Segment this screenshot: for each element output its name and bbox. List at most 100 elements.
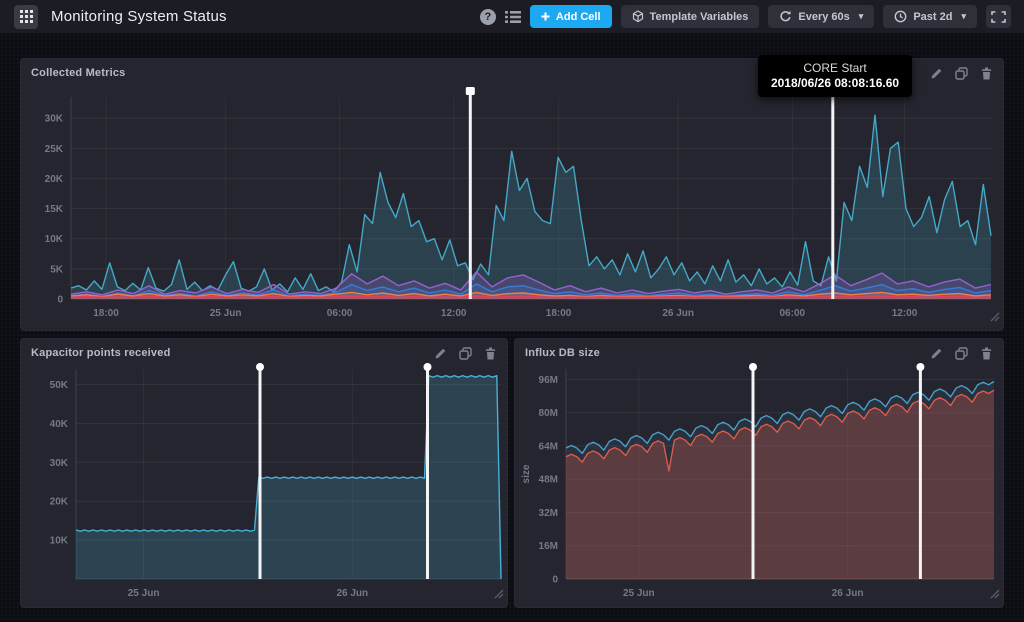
cube-icon bbox=[632, 10, 644, 23]
refresh-icon bbox=[779, 10, 792, 23]
y-tick-label: 10K bbox=[50, 536, 69, 547]
time-range-dropdown[interactable]: Past 2d ▾ bbox=[883, 5, 977, 28]
add-cell-label: Add Cell bbox=[556, 11, 601, 23]
y-tick-label: 5K bbox=[50, 264, 64, 275]
resize-handle[interactable] bbox=[494, 586, 504, 604]
series-area-teal bbox=[71, 115, 991, 299]
annotations-list-button[interactable] bbox=[505, 10, 521, 24]
annotation-handle[interactable] bbox=[466, 87, 475, 95]
duplicate-icon bbox=[955, 67, 968, 80]
header: Monitoring System Status ? Add Cell Temp… bbox=[0, 0, 1024, 33]
y-tick-label: 50K bbox=[50, 380, 69, 391]
kapacitor-points-chart[interactable]: 10K 20K 30K 40K 50K 25 Jun 26 Jun bbox=[21, 363, 507, 607]
influx-db-size-chart[interactable]: 0 16M 32M 48M 64M 80M 96M 25 Jun 26 Jun size bbox=[515, 363, 1003, 607]
y-tick-label: 30K bbox=[50, 458, 69, 469]
series-area-teal bbox=[76, 376, 501, 579]
x-tick-label: 25 Jun bbox=[210, 308, 242, 319]
annotation-handle[interactable] bbox=[256, 363, 264, 371]
y-tick-label: 96M bbox=[539, 375, 558, 386]
y-axis-label: size bbox=[521, 464, 532, 483]
panel-header: Kapacitor points received bbox=[21, 339, 507, 363]
delete-cell-button[interactable] bbox=[980, 347, 993, 360]
chart-svg: 05K10K15K20K25K30K18:0025 Jun06:0012:001… bbox=[21, 83, 1003, 330]
x-tick-label: 06:00 bbox=[327, 308, 353, 319]
collected-metrics-chart[interactable]: 05K10K15K20K25K30K18:0025 Jun06:0012:001… bbox=[21, 83, 1003, 330]
pencil-icon bbox=[930, 347, 943, 360]
y-tick-label: 10K bbox=[45, 234, 64, 245]
duplicate-cell-button[interactable] bbox=[955, 347, 968, 360]
apps-grid-icon-button[interactable] bbox=[14, 5, 38, 29]
chart-svg: 0 16M 32M 48M 64M 80M 96M 25 Jun 26 Jun size bbox=[515, 363, 1003, 607]
panel-title: Influx DB size bbox=[525, 347, 600, 359]
panel-title: Collected Metrics bbox=[31, 67, 125, 79]
x-tick-label: 26 Jun bbox=[336, 588, 368, 599]
x-tick-label: 18:00 bbox=[546, 308, 572, 319]
template-variables-button[interactable]: Template Variables bbox=[621, 5, 760, 28]
fullscreen-icon bbox=[991, 11, 1006, 23]
x-tick-label: 12:00 bbox=[892, 308, 918, 319]
page-title: Monitoring System Status bbox=[51, 8, 227, 25]
y-tick-label: 20K bbox=[50, 497, 69, 508]
time-range-label: Past 2d bbox=[913, 11, 952, 23]
annotation-handle[interactable] bbox=[916, 363, 924, 371]
pencil-icon bbox=[930, 67, 943, 80]
delete-cell-button[interactable] bbox=[484, 347, 497, 360]
annotation-handle[interactable] bbox=[749, 363, 757, 371]
list-icon bbox=[505, 10, 521, 24]
x-tick-label: 26 Jun bbox=[832, 588, 864, 599]
annotation-tooltip-title: CORE Start bbox=[766, 61, 904, 75]
resize-handle[interactable] bbox=[990, 309, 1000, 327]
series-line-red bbox=[71, 296, 991, 297]
y-tick-label: 20K bbox=[45, 174, 64, 185]
duplicate-cell-button[interactable] bbox=[459, 347, 472, 360]
pencil-icon bbox=[434, 347, 447, 360]
x-tick-label: 26 Jun bbox=[662, 308, 694, 319]
edit-cell-button[interactable] bbox=[930, 67, 943, 80]
refresh-interval-dropdown[interactable]: Every 60s ▾ bbox=[768, 5, 874, 28]
add-cell-button[interactable]: Add Cell bbox=[530, 5, 612, 28]
annotation-tooltip: CORE Start 2018/06/26 08:08:16.60 bbox=[758, 55, 912, 97]
trash-icon bbox=[980, 347, 993, 360]
edit-cell-button[interactable] bbox=[434, 347, 447, 360]
dashboard: Collected Metrics bbox=[0, 33, 1024, 622]
y-tick-label: 16M bbox=[539, 541, 558, 552]
delete-cell-button[interactable] bbox=[980, 67, 993, 80]
y-tick-label: 40K bbox=[50, 419, 69, 430]
x-tick-label: 25 Jun bbox=[128, 588, 160, 599]
y-tick-label: 32M bbox=[539, 508, 558, 519]
panel-collected-metrics: Collected Metrics bbox=[20, 58, 1004, 331]
x-tick-label: 25 Jun bbox=[623, 588, 655, 599]
x-tick-label: 12:00 bbox=[441, 308, 467, 319]
y-tick-label: 0 bbox=[57, 295, 63, 306]
chevron-down-icon: ▾ bbox=[961, 11, 966, 22]
chevron-down-icon: ▾ bbox=[859, 11, 864, 22]
apps-grid-icon bbox=[20, 10, 33, 23]
panel-kapacitor-points: Kapacitor points received bbox=[20, 338, 508, 608]
help-icon[interactable]: ? bbox=[480, 9, 496, 25]
y-tick-label: 80M bbox=[539, 408, 558, 419]
template-variables-label: Template Variables bbox=[650, 11, 749, 23]
panel-header: Influx DB size bbox=[515, 339, 1003, 363]
plus-icon bbox=[541, 12, 550, 21]
annotation-handle[interactable] bbox=[424, 363, 432, 371]
refresh-interval-label: Every 60s bbox=[798, 11, 849, 23]
resize-handle[interactable] bbox=[990, 586, 1000, 604]
annotation-tooltip-timestamp: 2018/06/26 08:08:16.60 bbox=[766, 76, 904, 90]
y-tick-label: 64M bbox=[539, 441, 558, 452]
panel-influx-db-size: Influx DB size bbox=[514, 338, 1004, 608]
presentation-mode-button[interactable] bbox=[986, 5, 1011, 28]
y-tick-label: 15K bbox=[45, 204, 64, 215]
y-tick-label: 25K bbox=[45, 144, 64, 155]
duplicate-cell-button[interactable] bbox=[955, 67, 968, 80]
trash-icon bbox=[980, 67, 993, 80]
chart-svg: 10K 20K 30K 40K 50K 25 Jun 26 Jun bbox=[21, 363, 507, 607]
x-tick-label: 06:00 bbox=[780, 308, 806, 319]
duplicate-icon bbox=[459, 347, 472, 360]
clock-icon bbox=[894, 10, 907, 23]
y-tick-label: 0 bbox=[552, 575, 558, 586]
edit-cell-button[interactable] bbox=[930, 347, 943, 360]
trash-icon bbox=[484, 347, 497, 360]
duplicate-icon bbox=[955, 347, 968, 360]
x-tick-label: 18:00 bbox=[93, 308, 119, 319]
y-tick-label: 48M bbox=[539, 475, 558, 486]
